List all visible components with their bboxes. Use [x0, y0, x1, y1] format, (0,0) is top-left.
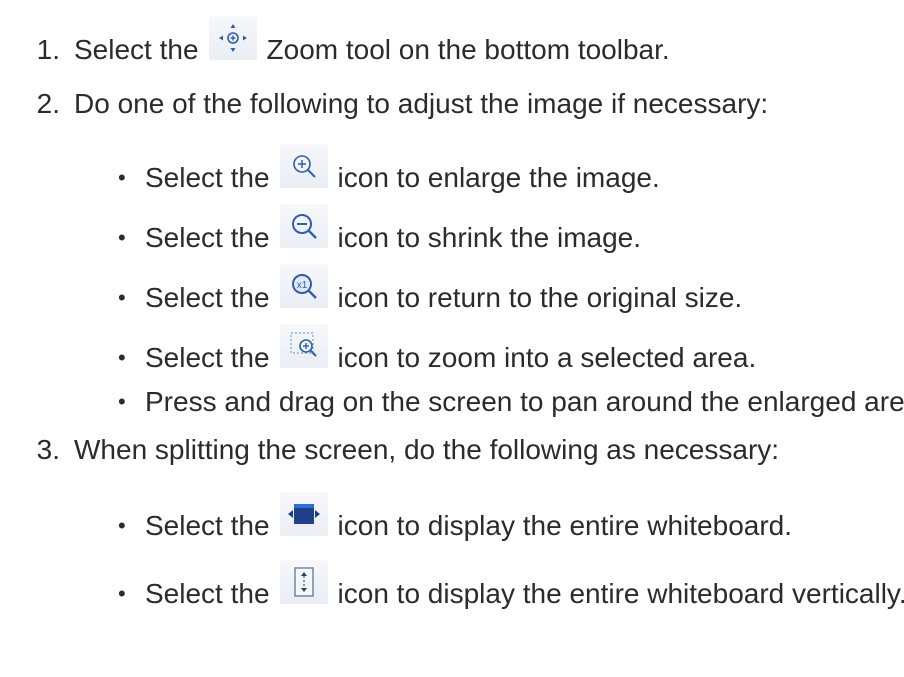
- bullet-text-after: icon to display the entire whiteboard.: [337, 510, 793, 541]
- bullet-dot: •: [118, 285, 126, 310]
- bullet-text-after: icon to shrink the image.: [337, 222, 642, 253]
- bullet-text-before: Select the: [145, 510, 270, 541]
- bullet-text-before: Select the: [145, 342, 270, 373]
- bullet-text: Press and drag on the screen to pan arou…: [145, 386, 904, 417]
- step-number: 3.: [36, 434, 60, 465]
- step-text-after: Zoom tool on the bottom toolbar.: [266, 34, 670, 65]
- step-text: Select the Zoom tool on the bottom toolb…: [74, 16, 670, 72]
- bullet-dot: •: [118, 581, 126, 606]
- bullet-item: • Select the icon to display the entire …: [0, 560, 904, 620]
- bullet-text-after: icon to return to the original size.: [337, 282, 743, 313]
- bullet-item: • Press and drag on the screen to pan ar…: [0, 376, 904, 428]
- bullet-item: • Select the x1 icon to return to the or…: [0, 264, 904, 324]
- bullet-text-after: icon to enlarge the image.: [337, 162, 660, 193]
- bullet-text-after: icon to display the entire whiteboard ve…: [337, 578, 904, 609]
- original-size-icon: x1: [279, 264, 328, 308]
- bullet-text-before: Select the: [145, 282, 270, 313]
- bullet-dot: •: [118, 165, 126, 190]
- bullet-dot: •: [118, 225, 126, 250]
- svg-text:x1: x1: [296, 280, 307, 291]
- bullet-dot: •: [118, 389, 126, 414]
- zoom-out-icon: [279, 204, 328, 248]
- bullet-item: • Select the icon to shrink the image.: [0, 204, 904, 264]
- step-text-before: Select the: [74, 34, 199, 65]
- fit-width-icon: [279, 492, 328, 536]
- fit-height-icon: [279, 560, 328, 604]
- bullet-text: Select the icon to display the entire wh…: [145, 560, 904, 620]
- bullet-text: Select the icon to shrink the image.: [145, 204, 642, 264]
- bullet-text-before: Select the: [145, 222, 270, 253]
- bullet-text-before: Select the: [145, 162, 270, 193]
- bullet-text: Select the x1 icon to return to the orig…: [145, 264, 743, 324]
- step-text: Do one of the following to adjust the im…: [74, 88, 769, 119]
- bullet-text: Select the icon to enlarge the image.: [145, 144, 660, 204]
- bullet-text-after: icon to zoom into a selected area.: [337, 342, 757, 373]
- bullet-item: • Select the icon to display the entire …: [0, 492, 904, 552]
- zoom-area-icon: [279, 324, 328, 368]
- zoom-tool-icon: [208, 16, 257, 60]
- step-number: 2.: [36, 88, 60, 119]
- bullet-text-before: Select the: [145, 578, 270, 609]
- bullet-item: • Select the icon to enlarge the image.: [0, 144, 904, 204]
- zoom-in-icon: [279, 144, 328, 188]
- bullet-text: Select the icon to display the entire wh…: [145, 492, 793, 552]
- step-text: When splitting the screen, do the follow…: [74, 434, 780, 465]
- bullet-dot: •: [118, 513, 126, 538]
- step-number: 1.: [36, 34, 60, 65]
